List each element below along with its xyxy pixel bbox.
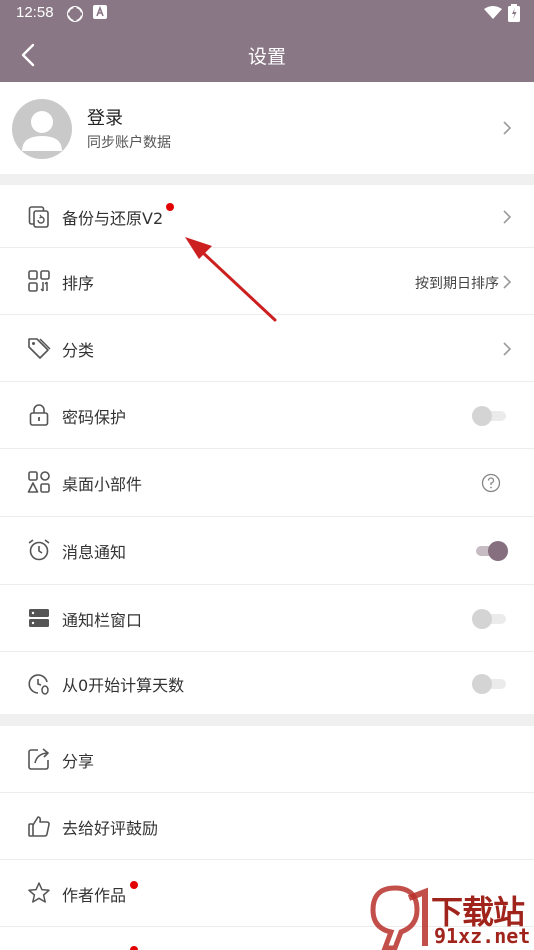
desktop-widget-label: 桌面小部件 xyxy=(62,475,143,494)
sort-row[interactable]: 排序 按到期日排序 xyxy=(0,248,534,315)
toggle-thumb xyxy=(472,406,492,426)
notification-bar-window-row: 通知栏窗口 xyxy=(0,585,534,652)
password-protect-row: 密码保护 xyxy=(0,382,534,449)
message-notification-label: 消息通知 xyxy=(62,543,127,562)
rate-encourage-label: 去给好评鼓励 xyxy=(62,819,159,838)
lock-icon xyxy=(29,404,49,426)
wifi-icon xyxy=(484,6,502,19)
widget-shapes-icon xyxy=(27,471,50,493)
message-notification-toggle[interactable] xyxy=(472,541,508,561)
count-from-zero-toggle[interactable] xyxy=(472,674,508,694)
login-title: 登录 xyxy=(87,108,123,129)
thumbs-up-icon xyxy=(28,816,50,837)
password-protect-label: 密码保护 xyxy=(62,408,127,427)
share-row[interactable]: 分享 xyxy=(0,726,534,793)
toggle-thumb xyxy=(472,674,492,694)
count-from-zero-row: 从0开始计算天数 xyxy=(0,652,534,714)
category-row[interactable]: 分类 xyxy=(0,315,534,382)
section-divider xyxy=(0,714,534,726)
new-badge xyxy=(130,881,138,889)
server-panel-icon xyxy=(29,609,49,627)
chevron-right-icon xyxy=(503,121,512,135)
password-protect-toggle[interactable] xyxy=(472,406,508,426)
sort-grid-icon xyxy=(28,270,50,292)
app-bar: 设置 xyxy=(0,28,534,82)
section-divider xyxy=(0,174,534,185)
login-subtitle: 同步账户数据 xyxy=(87,135,171,151)
category-label: 分类 xyxy=(62,341,95,360)
status-time: 12:58 xyxy=(16,4,54,21)
count-from-zero-label: 从0开始计算天数 xyxy=(62,676,185,695)
message-notification-row: 消息通知 xyxy=(0,517,534,585)
app-notification-icon xyxy=(93,5,107,19)
notification-bar-window-toggle[interactable] xyxy=(472,609,508,629)
watermark-url: 91xz.net xyxy=(434,924,531,948)
new-badge xyxy=(166,203,174,211)
backup-restore-icon xyxy=(28,206,49,228)
toggle-thumb xyxy=(488,541,508,561)
tag-icon xyxy=(28,338,51,359)
page-title: 设置 xyxy=(247,46,286,68)
share-label: 分享 xyxy=(62,752,95,771)
backup-restore-row[interactable]: 备份与还原V2 xyxy=(0,185,534,248)
default-avatar-icon xyxy=(22,111,62,151)
chevron-right-icon xyxy=(503,342,512,356)
backup-restore-label: 备份与还原V2 xyxy=(62,209,164,228)
partial-new-badge xyxy=(130,946,138,950)
desktop-widget-row[interactable]: 桌面小部件 xyxy=(0,449,534,517)
chevron-right-icon xyxy=(503,275,512,289)
sort-value: 按到期日排序 xyxy=(415,276,499,292)
toggle-thumb xyxy=(472,609,492,629)
author-works-label: 作者作品 xyxy=(62,886,127,905)
rate-encourage-row[interactable]: 去给好评鼓励 xyxy=(0,793,534,860)
notification-bar-window-label: 通知栏窗口 xyxy=(62,611,143,630)
share-icon xyxy=(28,748,49,770)
help-icon[interactable] xyxy=(481,473,501,493)
avatar xyxy=(12,99,72,159)
chevron-right-icon xyxy=(503,210,512,224)
alarm-clock-icon xyxy=(28,539,50,561)
settings-screen: 12:58 设置 登录 同步账户数据 备份与还原V2 排序 按到期日排序 分类 … xyxy=(0,0,534,950)
login-profile-row[interactable]: 登录 同步账户数据 xyxy=(0,82,534,174)
battery-icon xyxy=(508,4,520,22)
status-bar: 12:58 xyxy=(0,0,534,28)
star-icon xyxy=(28,882,50,903)
sync-status-icon xyxy=(67,6,83,22)
sort-label: 排序 xyxy=(62,274,95,293)
timer-zero-icon xyxy=(28,674,49,695)
